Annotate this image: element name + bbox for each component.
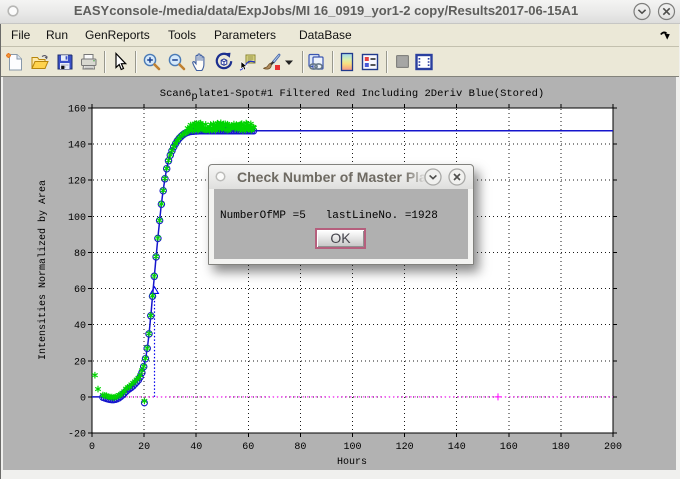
svg-text:100: 100 bbox=[343, 442, 361, 453]
svg-text:40: 40 bbox=[190, 442, 202, 453]
svg-text:Scan6plate1-Spot#1 Filtered Re: Scan6plate1-Spot#1 Filtered Red Includin… bbox=[160, 88, 544, 103]
svg-text:Intensities Normalized by Area: Intensities Normalized by Area bbox=[37, 180, 49, 360]
svg-text:180: 180 bbox=[552, 442, 570, 453]
svg-text:120: 120 bbox=[68, 177, 86, 188]
svg-text:Hours: Hours bbox=[337, 457, 367, 468]
svg-text:100: 100 bbox=[68, 213, 86, 224]
svg-text:80: 80 bbox=[74, 249, 86, 260]
svg-text:0: 0 bbox=[89, 442, 95, 453]
svg-text:-20: -20 bbox=[68, 430, 86, 441]
svg-text:20: 20 bbox=[138, 442, 150, 453]
svg-text:140: 140 bbox=[68, 141, 86, 152]
svg-text:20: 20 bbox=[74, 357, 86, 368]
svg-text:60: 60 bbox=[74, 285, 86, 296]
svg-text:160: 160 bbox=[500, 442, 518, 453]
svg-text:80: 80 bbox=[294, 442, 306, 453]
svg-text:0: 0 bbox=[80, 393, 86, 404]
svg-text:120: 120 bbox=[396, 442, 414, 453]
svg-text:140: 140 bbox=[448, 442, 466, 453]
svg-text:60: 60 bbox=[242, 442, 254, 453]
svg-text:200: 200 bbox=[604, 442, 622, 453]
svg-text:40: 40 bbox=[74, 321, 86, 332]
svg-text:160: 160 bbox=[68, 105, 86, 116]
